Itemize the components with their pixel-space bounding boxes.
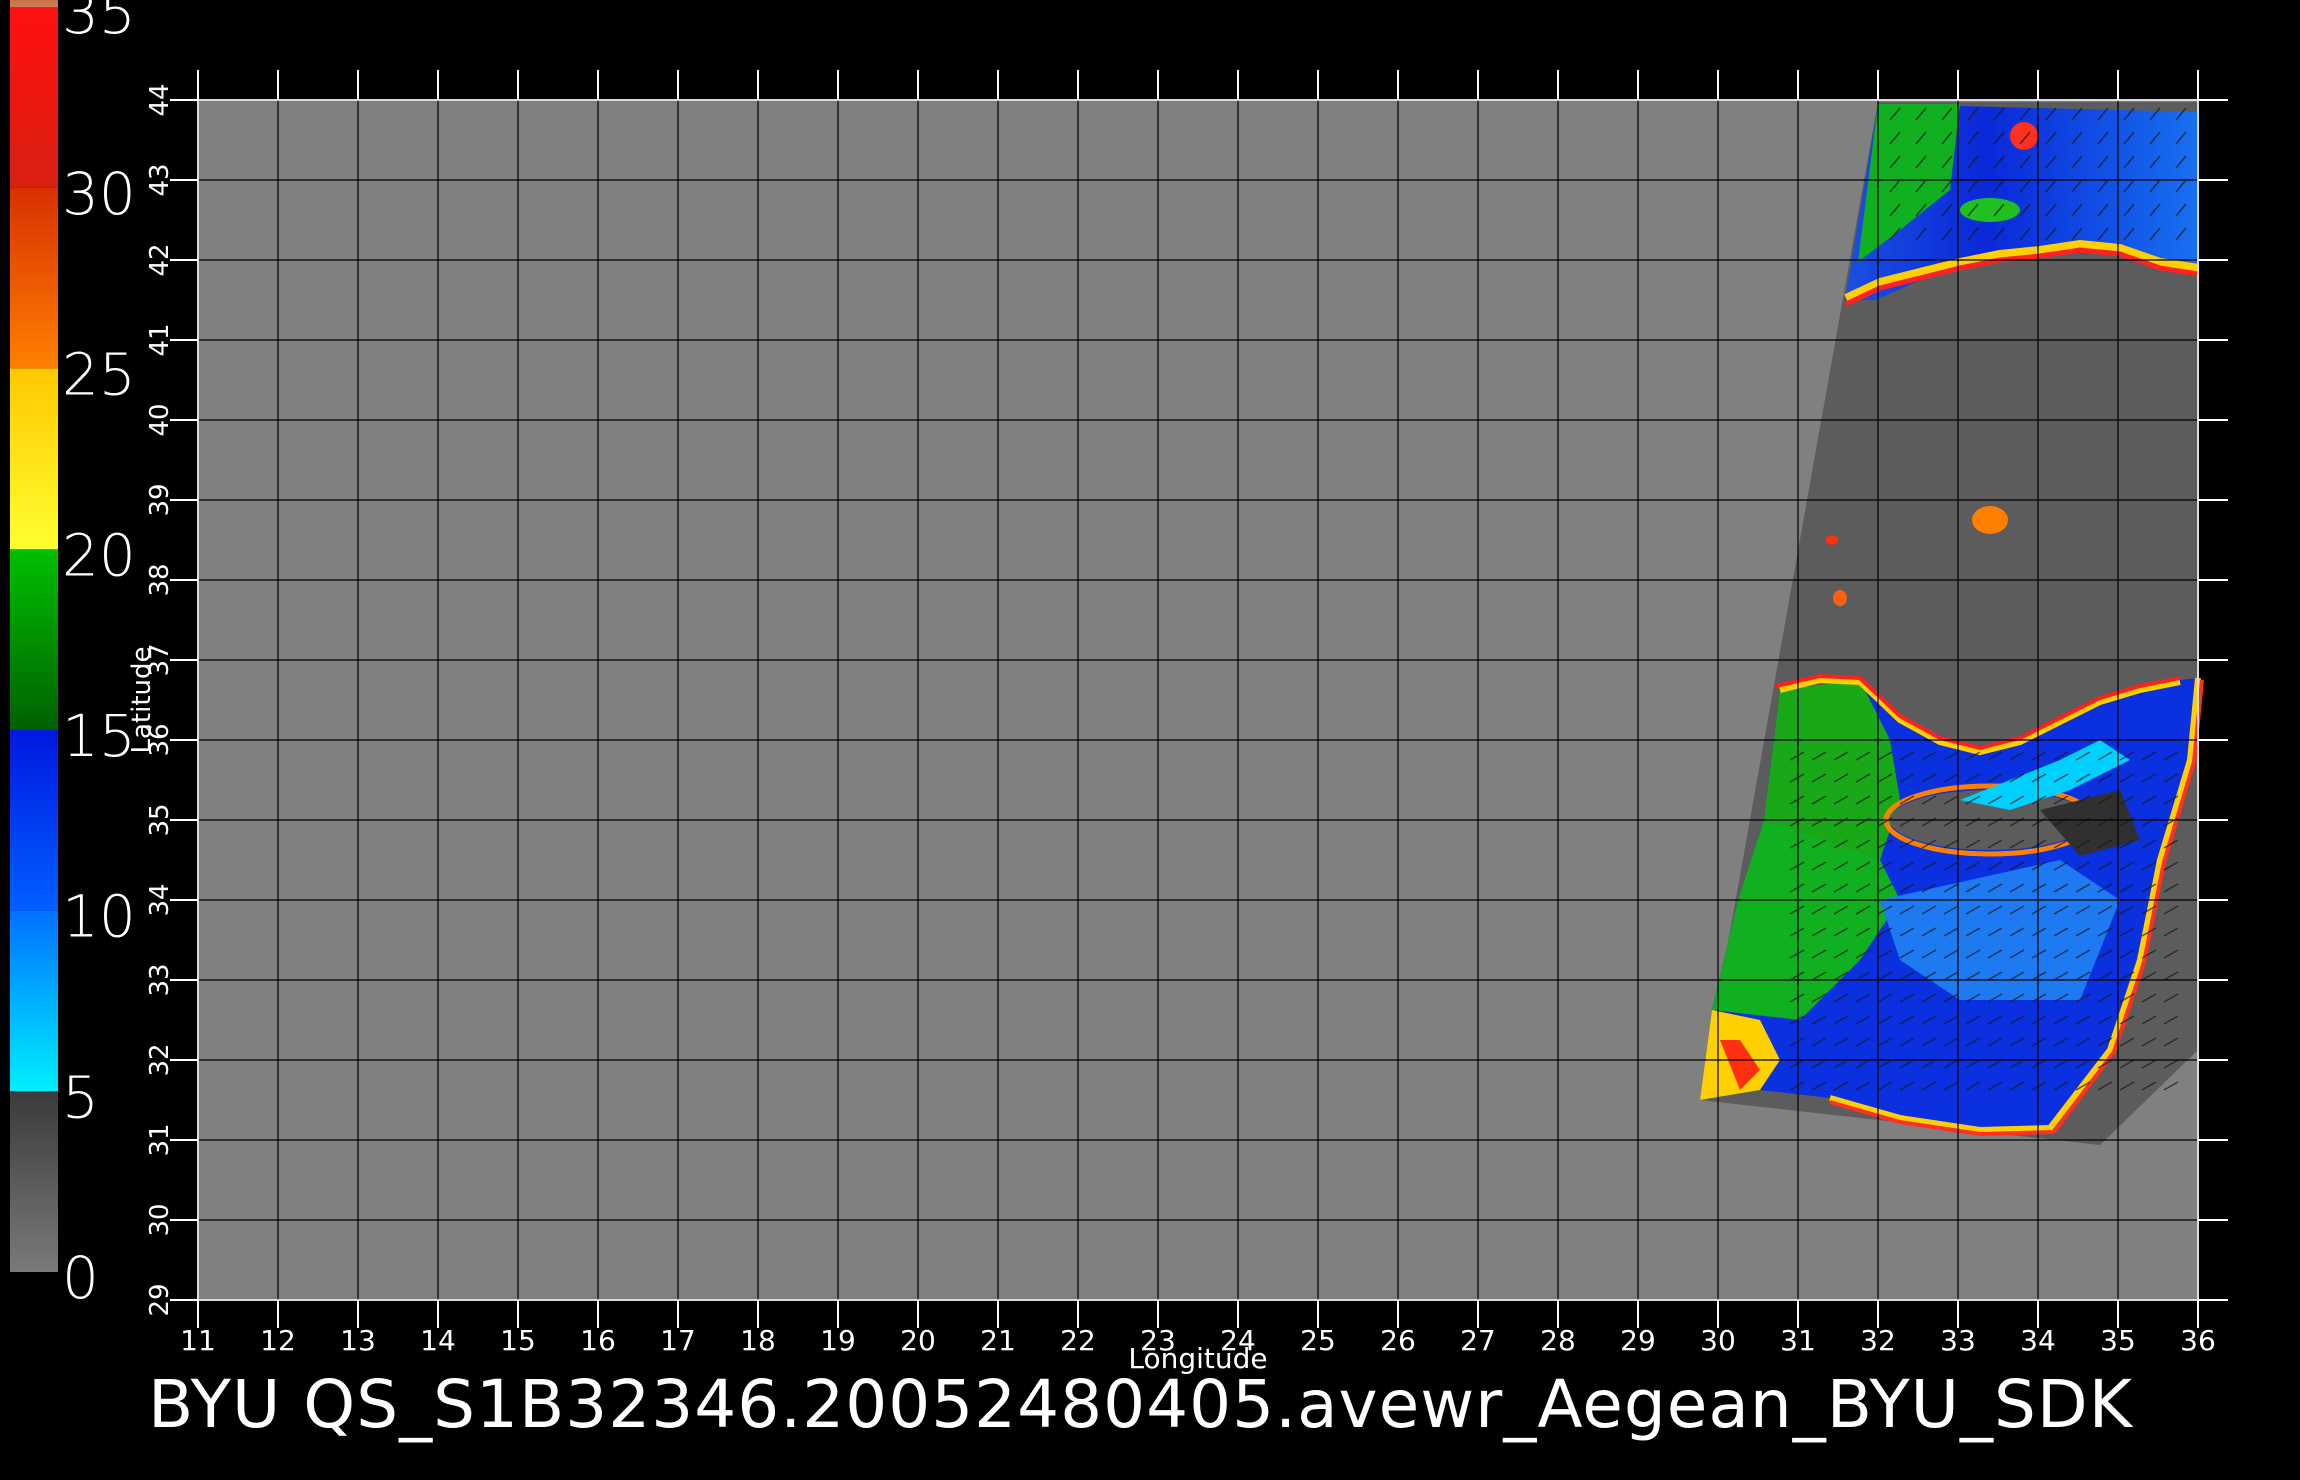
lon-tick-label: 11 <box>180 1324 216 1357</box>
inland-spot-3 <box>1833 590 1847 606</box>
inland-spot-1 <box>1972 506 2008 534</box>
colorbar-segment <box>10 0 58 8</box>
lon-tick-label: 13 <box>340 1324 376 1357</box>
wind-map-svg: 0510152025303511 12 13 14 15 16 17 18 19 20 21 22 23… <box>10 0 2228 1375</box>
lon-tick-label: 19 <box>820 1324 856 1357</box>
lat-tick-label: 34 <box>145 883 175 916</box>
lon-tick-label: 32 <box>1860 1324 1896 1357</box>
colorbar-segment <box>10 549 58 730</box>
lon-tick-label: 34 <box>2020 1324 2056 1357</box>
lon-tick-label: 29 <box>1620 1324 1656 1357</box>
lon-tick-label: 36 <box>2180 1324 2216 1357</box>
lon-tick-label: 16 <box>580 1324 616 1357</box>
wind-map-figure: 0 5 10 15 20 25 30 35 11 12 13 14 15 16 17 18 19 20 21 22 23… <box>0 0 2300 1480</box>
lon-tick-label: 28 <box>1540 1324 1576 1357</box>
lon-tick-label: 35 <box>2100 1324 2136 1357</box>
colorbar-segment <box>10 368 58 550</box>
colorbar-label: 15 <box>62 702 136 770</box>
lon-tick-label: 33 <box>1940 1324 1976 1357</box>
lon-tick-label: 21 <box>980 1324 1016 1357</box>
lat-tick-label: 44 <box>145 83 175 116</box>
map-plot <box>197 99 2204 1301</box>
lon-tick-label: 26 <box>1380 1324 1416 1357</box>
colorbar-label: 25 <box>62 341 136 409</box>
lat-tick-label: 43 <box>145 163 175 196</box>
lon-tick-label: 31 <box>1780 1324 1816 1357</box>
colorbar-label: 30 <box>62 160 136 228</box>
lon-tick-label: 20 <box>900 1324 936 1357</box>
lat-tick-label: 31 <box>145 1123 175 1156</box>
lon-tick-label: 14 <box>420 1324 456 1357</box>
colorbar-label: 35 <box>62 0 136 47</box>
colorbar-segment <box>10 7 58 188</box>
colorbar-segment <box>10 729 58 911</box>
lon-tick-label: 25 <box>1300 1324 1336 1357</box>
inland-spot-2 <box>1826 535 1838 545</box>
lat-tick-label: 35 <box>145 803 175 836</box>
lon-tick-label: 12 <box>260 1324 296 1357</box>
lat-tick-label: 39 <box>145 483 175 516</box>
lon-tick-label: 18 <box>740 1324 776 1357</box>
lat-tick-label: 38 <box>145 563 175 596</box>
lon-tick-label: 27 <box>1460 1324 1496 1357</box>
colorbar: 0 5 10 15 20 25 30 35 <box>10 0 136 1312</box>
colorbar-segment <box>10 910 58 1092</box>
y-axis-label: Latitude <box>127 646 157 753</box>
colorbar-label: 10 <box>62 883 136 951</box>
lon-tick-label: 15 <box>500 1324 536 1357</box>
lat-tick-label: 33 <box>145 963 175 996</box>
lat-tick-label: 41 <box>145 323 175 356</box>
lat-tick-label: 40 <box>145 403 175 436</box>
colorbar-segment <box>10 1091 58 1272</box>
lon-tick-label: 22 <box>1060 1324 1096 1357</box>
lat-tick-label: 30 <box>145 1203 175 1236</box>
colorbar-segment <box>10 187 58 369</box>
black-sea-green-blob <box>1960 198 2020 222</box>
colorbar-label: 5 <box>62 1063 99 1131</box>
colorbar-label: 0 <box>62 1244 99 1312</box>
lat-tick-label: 29 <box>145 1283 175 1316</box>
lon-tick-label: 17 <box>660 1324 696 1357</box>
lat-tick-label: 42 <box>145 243 175 276</box>
lat-tick-label: 32 <box>145 1043 175 1076</box>
lon-tick-label: 30 <box>1700 1324 1736 1357</box>
figure-caption: BYU QS_S1B32346.20052480405.avewr_Aegean… <box>148 1366 2133 1443</box>
colorbar-label: 20 <box>62 521 136 589</box>
black-sea-hotspot <box>2010 122 2038 150</box>
